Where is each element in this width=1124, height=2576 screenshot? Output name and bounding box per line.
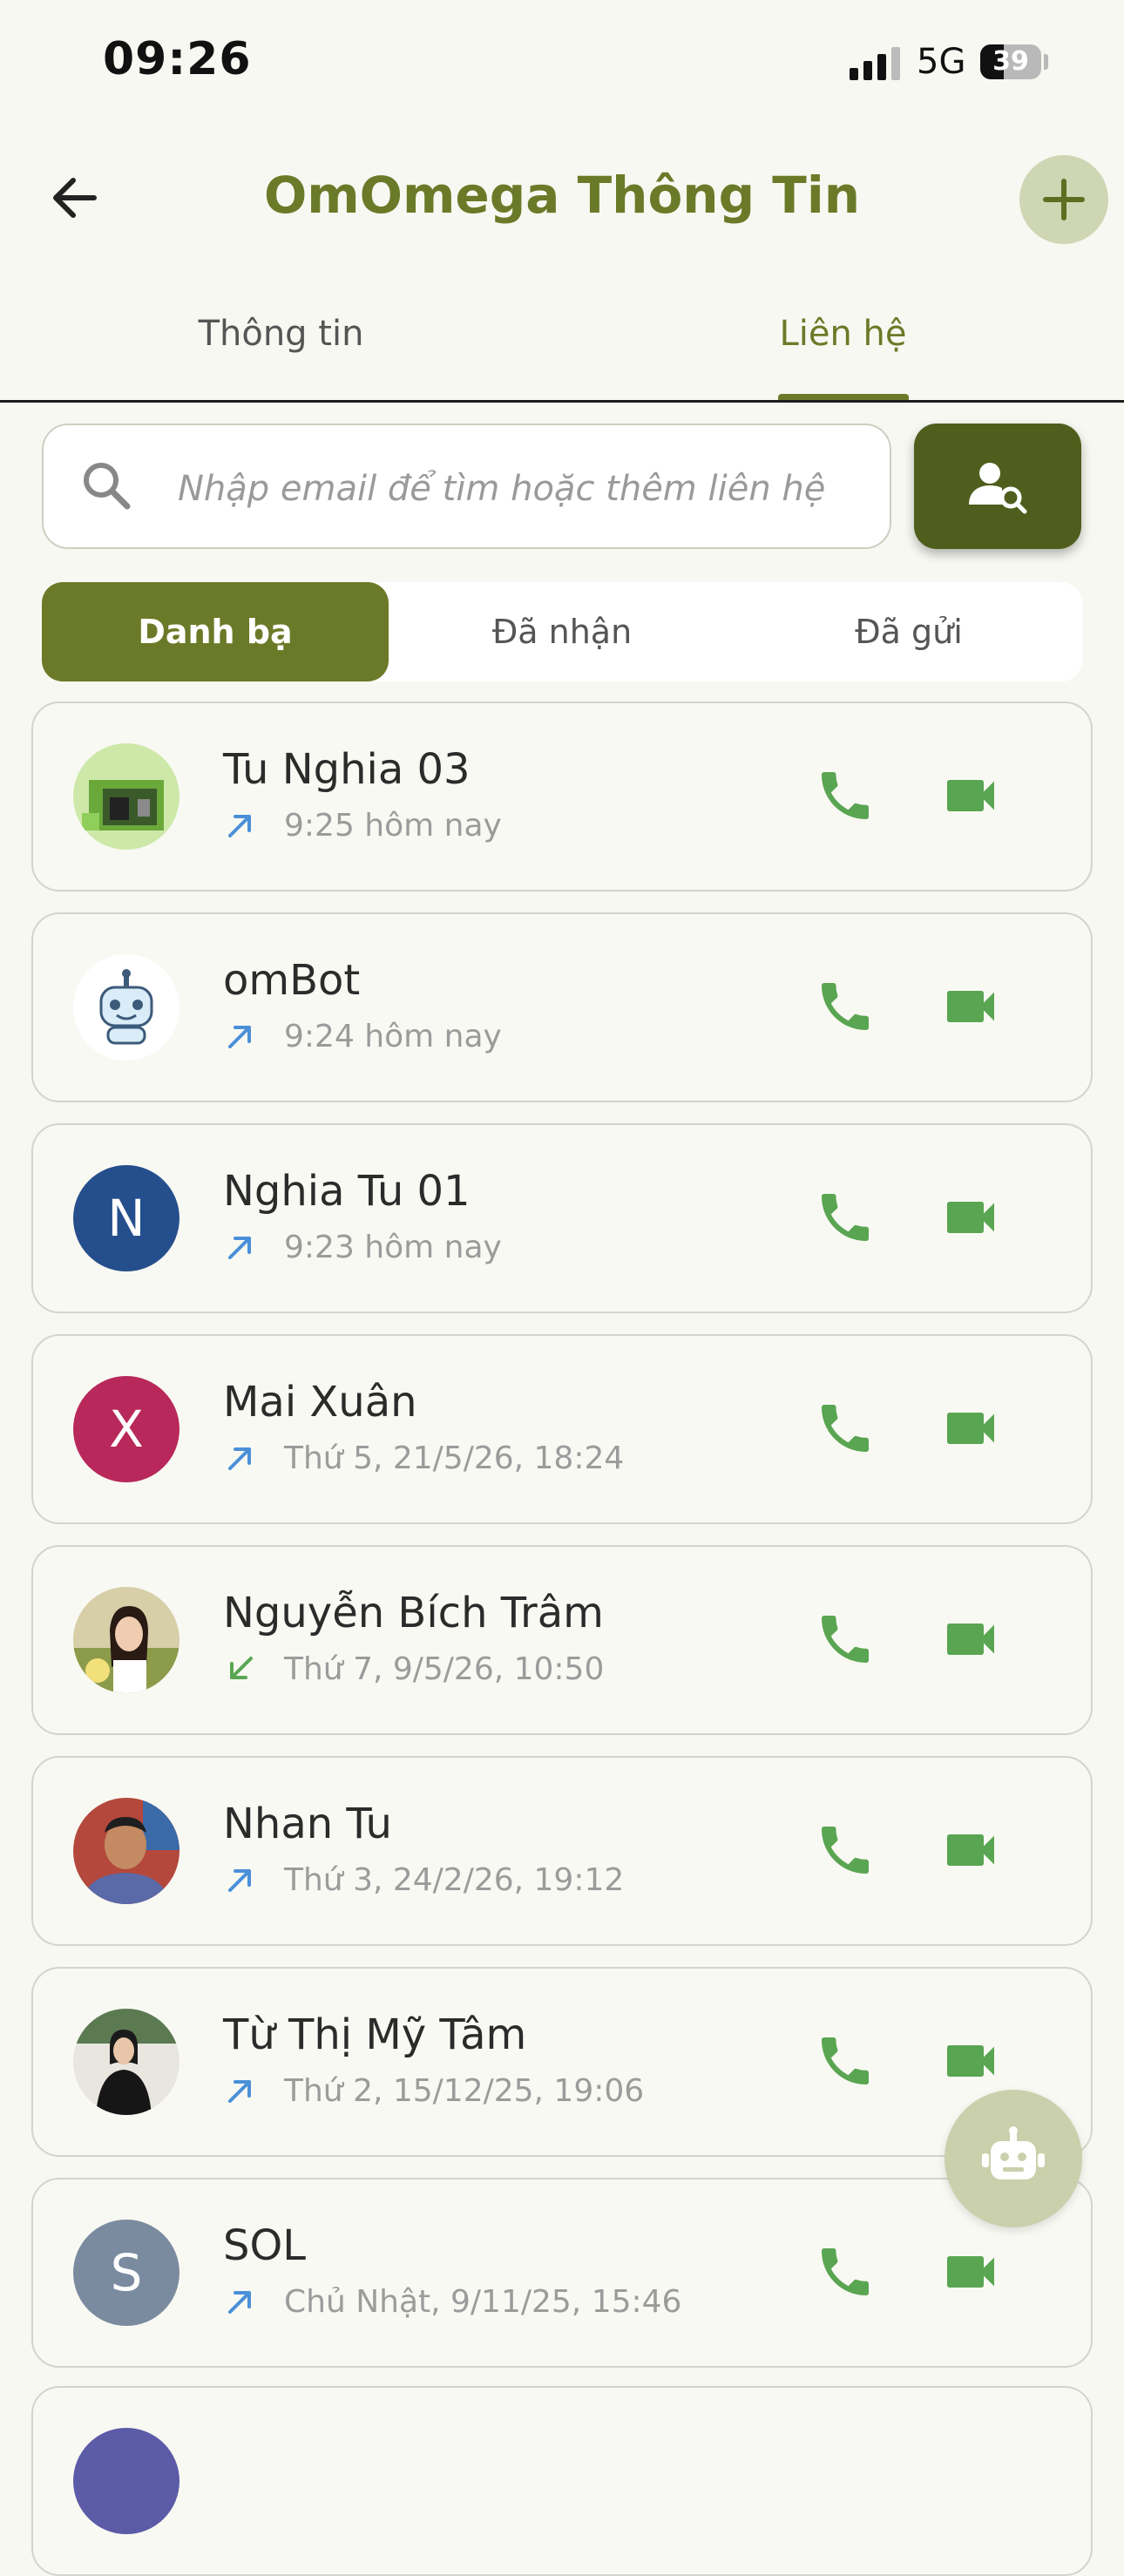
contact-name: Tu Nghia 03 [223, 745, 471, 794]
contact-avatar: X [73, 1376, 179, 1482]
contact-card[interactable]: Nhan Tu Thứ 3, 24/2/26, 19:12 [31, 1756, 1093, 1946]
last-call-time: 9:23 hôm nay [284, 1230, 502, 1265]
phone-icon[interactable] [814, 1608, 877, 1671]
contact-name: Nhan Tu [223, 1800, 392, 1848]
video-call-icon[interactable] [939, 764, 1002, 827]
battery-icon: 39 [980, 44, 1041, 79]
contact-name: SOL [223, 2221, 306, 2270]
last-call-time: 9:24 hôm nay [284, 1019, 502, 1054]
back-arrow-icon[interactable] [45, 167, 106, 228]
contact-card[interactable]: X Mai Xuân Thứ 5, 21/5/26, 18:24 [31, 1334, 1093, 1524]
battery-nub [1044, 54, 1048, 70]
search-icon [84, 463, 131, 510]
contact-avatar [73, 2428, 179, 2534]
contact-card[interactable]: Nguyễn Bích Trâm Thứ 7, 9/5/26, 10:50 [31, 1545, 1093, 1735]
contact-avatar [73, 2009, 179, 2115]
robot-icon [982, 2126, 1045, 2179]
video-call-icon[interactable] [939, 2030, 1002, 2092]
tab-info[interactable]: Thông tin [0, 314, 562, 354]
status-time: 09:26 [103, 33, 252, 85]
contact-avatar [73, 743, 179, 850]
phone-icon[interactable] [814, 975, 877, 1038]
contact-card[interactable]: N Nghia Tu 01 9:23 hôm nay [31, 1123, 1093, 1313]
outgoing-call-icon [223, 1862, 258, 1897]
contact-avatar [73, 1587, 179, 1693]
last-call-time: Thứ 5, 21/5/26, 18:24 [284, 1441, 625, 1476]
incoming-call-icon [223, 1651, 258, 1686]
phone-icon[interactable] [814, 2240, 877, 2303]
segment-contacts[interactable]: Danh bạ [42, 582, 389, 681]
last-call-time: Thứ 3, 24/2/26, 19:12 [284, 1862, 625, 1898]
bot-fab-button[interactable] [945, 2090, 1082, 2227]
contact-name: Nghia Tu 01 [223, 1167, 471, 1216]
segment-sent[interactable]: Đã gửi [735, 582, 1082, 681]
contact-avatar: S [73, 2220, 179, 2326]
phone-icon[interactable] [814, 764, 877, 827]
contact-name: Nguyễn Bích Trâm [223, 1589, 604, 1637]
contact-name: Mai Xuân [223, 1378, 417, 1427]
contact-avatar [73, 1798, 179, 1904]
contact-avatar: N [73, 1165, 179, 1271]
tab-bar: Thông tin Liên hệ [0, 296, 1124, 403]
network-type: 5G [917, 42, 966, 82]
segment-received[interactable]: Đã nhận [389, 582, 735, 681]
add-button[interactable] [1019, 155, 1108, 244]
segmented-control: Danh bạ Đã nhận Đã gửi [42, 582, 1082, 681]
contact-name: Từ Thị Mỹ Tâm [223, 2010, 527, 2059]
video-call-icon[interactable] [939, 2240, 1002, 2303]
find-contact-button[interactable] [914, 424, 1081, 549]
video-call-icon[interactable] [939, 1608, 1002, 1671]
last-call-time: 9:25 hôm nay [284, 808, 502, 844]
search-input[interactable] [176, 460, 877, 518]
contact-card-partial[interactable] [31, 2386, 1093, 2576]
outgoing-call-icon [223, 1441, 258, 1475]
person-search-icon [969, 463, 1027, 514]
tab-divider [0, 400, 1124, 403]
signal-icon [850, 47, 900, 80]
video-call-icon[interactable] [939, 975, 1002, 1038]
contact-card[interactable]: Tu Nghia 03 9:25 hôm nay [31, 702, 1093, 891]
contact-card[interactable]: omBot 9:24 hôm nay [31, 912, 1093, 1102]
contact-card[interactable]: Từ Thị Mỹ Tâm Thứ 2, 15/12/25, 19:06 [31, 1967, 1093, 2157]
last-call-time: Thứ 2, 15/12/25, 19:06 [284, 2073, 645, 2109]
video-call-icon[interactable] [939, 1397, 1002, 1460]
last-call-time: Chủ Nhật, 9/11/25, 15:46 [284, 2284, 682, 2320]
contact-card[interactable]: S SOL Chủ Nhật, 9/11/25, 15:46 [31, 2178, 1093, 2368]
search-box [42, 424, 891, 549]
contact-name: omBot [223, 956, 361, 1005]
phone-icon[interactable] [814, 1186, 877, 1249]
outgoing-call-icon [223, 1019, 258, 1054]
last-call-time: Thứ 7, 9/5/26, 10:50 [284, 1651, 605, 1687]
video-call-icon[interactable] [939, 1819, 1002, 1881]
outgoing-call-icon [223, 1230, 258, 1264]
plus-icon [1043, 179, 1085, 220]
outgoing-call-icon [223, 2284, 258, 2319]
phone-icon[interactable] [814, 1819, 877, 1881]
page-title: OmOmega Thông Tin [263, 166, 861, 225]
tab-contacts[interactable]: Liên hệ [562, 314, 1124, 354]
status-bar: 09:26 5G 39 [0, 0, 1124, 131]
contact-avatar [73, 954, 179, 1061]
outgoing-call-icon [223, 2073, 258, 2108]
battery-percent: 39 [992, 46, 1029, 77]
outgoing-call-icon [223, 808, 258, 843]
phone-icon[interactable] [814, 1397, 877, 1460]
video-call-icon[interactable] [939, 1186, 1002, 1249]
phone-icon[interactable] [814, 2030, 877, 2092]
